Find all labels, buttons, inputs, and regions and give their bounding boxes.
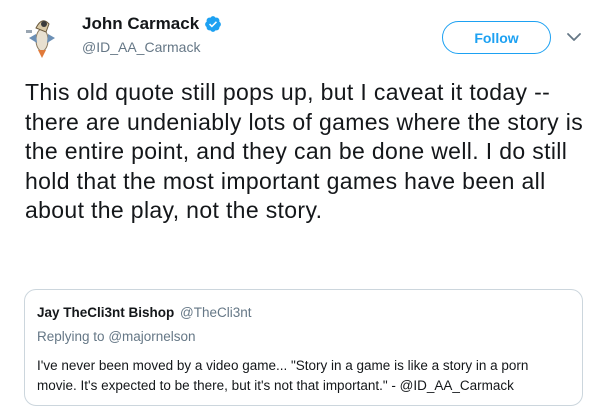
name-row: John Carmack bbox=[82, 13, 222, 35]
quoted-tweet-header: Jay TheCli3nt Bishop @TheCli3nt bbox=[37, 304, 570, 322]
chevron-down-icon[interactable] bbox=[566, 31, 582, 43]
author-screenname[interactable]: @ID_AA_Carmack bbox=[82, 39, 222, 55]
author-fullname[interactable]: John Carmack bbox=[82, 14, 199, 34]
quoted-tweet-card[interactable]: Jay TheCli3nt Bishop @TheCli3nt Replying… bbox=[24, 289, 583, 406]
quoted-author-handle[interactable]: @TheCli3nt bbox=[180, 305, 251, 320]
rocket-avatar-icon bbox=[26, 20, 55, 58]
avatar[interactable] bbox=[16, 10, 66, 60]
tweet-text: This old quote still pops up, but I cave… bbox=[25, 79, 584, 223]
verified-badge-icon bbox=[205, 16, 222, 32]
quoted-author-name[interactable]: Jay TheCli3nt Bishop bbox=[37, 305, 174, 320]
replying-to-line: Replying to @majornelson bbox=[37, 328, 570, 346]
tweet-container: John Carmack @ID_AA_Carmack Follow This … bbox=[0, 0, 605, 410]
replying-to-label: Replying to bbox=[37, 329, 105, 344]
author-info: John Carmack @ID_AA_Carmack bbox=[82, 13, 222, 55]
replying-to-mention[interactable]: @majornelson bbox=[108, 329, 195, 344]
quoted-tweet-text: I've never been moved by a video game...… bbox=[37, 358, 529, 393]
follow-button[interactable]: Follow bbox=[442, 21, 551, 54]
